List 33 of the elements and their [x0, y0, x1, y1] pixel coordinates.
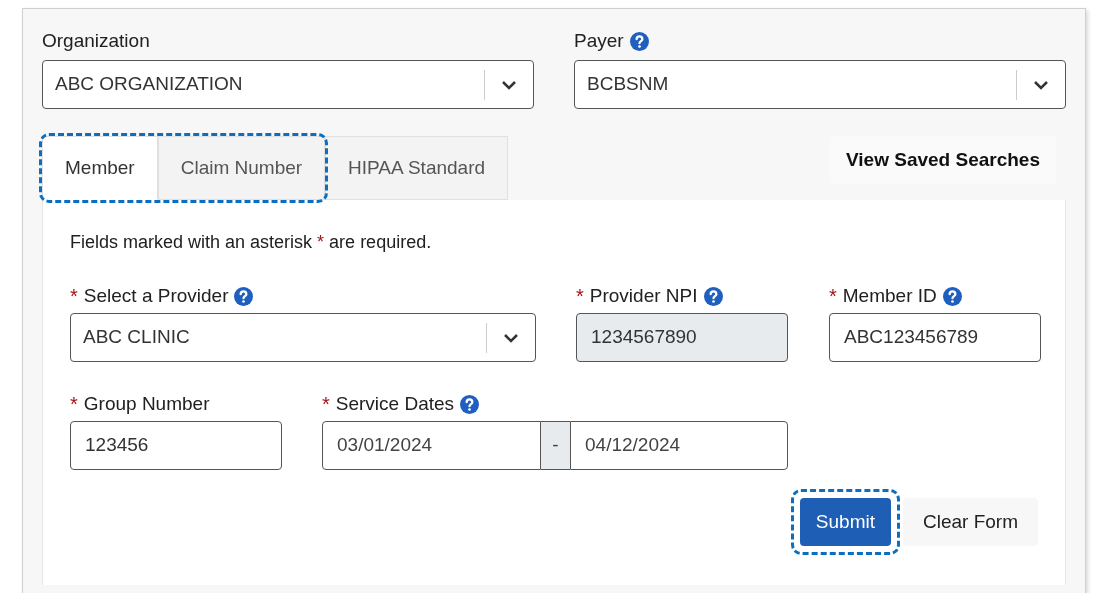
end-date-field[interactable]: 04/12/2024 [570, 421, 788, 470]
text-field[interactable]: 123456 [70, 421, 282, 470]
help-icon[interactable] [234, 286, 254, 306]
tab[interactable]: HIPAA Standard [325, 136, 509, 200]
field-label: Organization [42, 28, 150, 53]
required-asterisk: * [322, 392, 330, 417]
field-label: Payer [574, 28, 624, 53]
field-label: Provider NPI [589, 283, 698, 308]
required-asterisk: * [70, 284, 78, 309]
chevron-down-icon [501, 79, 517, 90]
chevron-down-icon [503, 332, 519, 343]
help-icon[interactable] [460, 394, 480, 414]
tab[interactable]: Claim Number [157, 136, 326, 200]
help-icon[interactable] [942, 286, 962, 306]
required-asterisk: * [70, 392, 78, 417]
start-date-field[interactable]: 03/01/2024 [322, 421, 541, 470]
field-label: Service Dates [335, 391, 455, 416]
required-asterisk: * [829, 284, 837, 309]
chevron-down-icon [1033, 79, 1049, 90]
date-range-separator: - [541, 421, 570, 470]
help-icon[interactable] [629, 31, 649, 51]
field-label: Select a Provider [83, 283, 229, 308]
field-label: Member ID [842, 283, 937, 308]
submit-button[interactable]: Submit [799, 498, 891, 546]
required-fields-note: Fields marked with an asterisk * are required. [70, 231, 433, 254]
field-label: Group Number [83, 391, 210, 416]
tab[interactable]: Member [42, 136, 158, 200]
required-asterisk: * [576, 284, 584, 309]
dropdown-field[interactable]: ABC ORGANIZATION [42, 60, 534, 109]
dropdown-field[interactable]: ABC CLINIC [70, 313, 536, 362]
text-field[interactable]: ABC123456789 [829, 313, 1041, 362]
dropdown-field[interactable]: BCBSNM [574, 60, 1066, 109]
clear-form-button[interactable]: Clear Form [903, 498, 1038, 546]
